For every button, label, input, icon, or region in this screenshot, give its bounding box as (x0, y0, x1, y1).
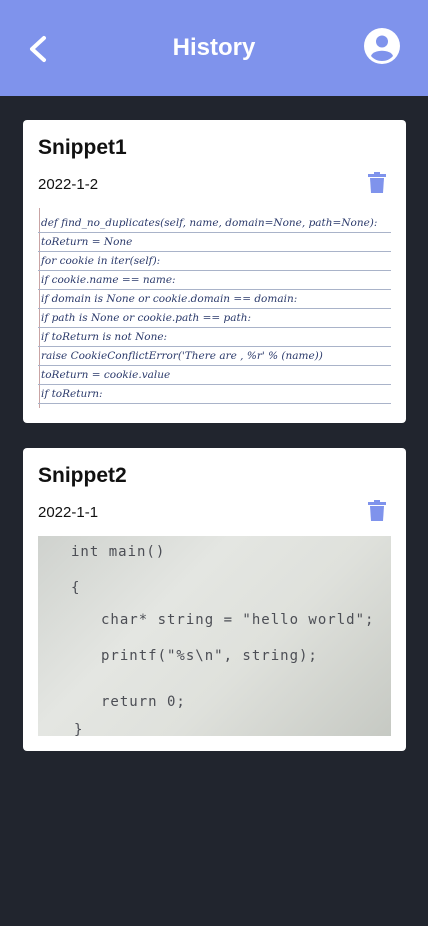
handwritten-notes: def find_no_duplicates(self, name, domai… (38, 208, 391, 408)
code-line: if toReturn is not None: (38, 328, 391, 347)
code-line: if path is None or cookie.path == path: (38, 309, 391, 328)
code-line: if cookie.name == name: (38, 271, 391, 290)
code-line: if toReturn: (38, 385, 391, 404)
code-line: printf("%s\n", string); (101, 648, 318, 664)
code-line: raise CookieConflictError('There are , %… (38, 347, 391, 366)
code-line: if domain is None or cookie.domain == do… (38, 290, 391, 309)
trash-icon[interactable] (368, 500, 386, 522)
snippet-image: int main() { char* string = "hello world… (38, 536, 391, 736)
code-line: return 0; (101, 694, 186, 710)
code-line: { (71, 580, 81, 596)
app-header: History (0, 0, 428, 96)
handwritten-code-photo: int main() { char* string = "hello world… (38, 536, 391, 736)
snippet-name: Snippet2 (38, 464, 127, 487)
snippet-date: 2022-1-2 (38, 176, 99, 193)
code-line: def find_no_duplicates(self, name, domai… (38, 214, 391, 233)
back-icon[interactable] (24, 34, 52, 64)
page-title: History (172, 34, 256, 61)
snippet-card[interactable]: Snippet2 2022-1-1 int main() { char* str… (23, 448, 406, 751)
code-line: toReturn = cookie.value (38, 366, 391, 385)
snippet-name: Snippet1 (38, 136, 127, 159)
code-line: toReturn = None (38, 233, 391, 252)
snippet-card[interactable]: Snippet1 2022-1-2 def find_no_duplicates… (23, 120, 406, 423)
code-line: char* string = "hello world"; (101, 612, 375, 628)
snippet-image: def find_no_duplicates(self, name, domai… (38, 208, 391, 408)
code-line: for cookie in iter(self): (38, 252, 391, 271)
code-line: int main() (71, 544, 166, 560)
snippet-date: 2022-1-1 (38, 504, 99, 521)
code-line: } (74, 722, 84, 736)
trash-icon[interactable] (368, 172, 386, 194)
account-circle-icon[interactable] (364, 28, 400, 64)
